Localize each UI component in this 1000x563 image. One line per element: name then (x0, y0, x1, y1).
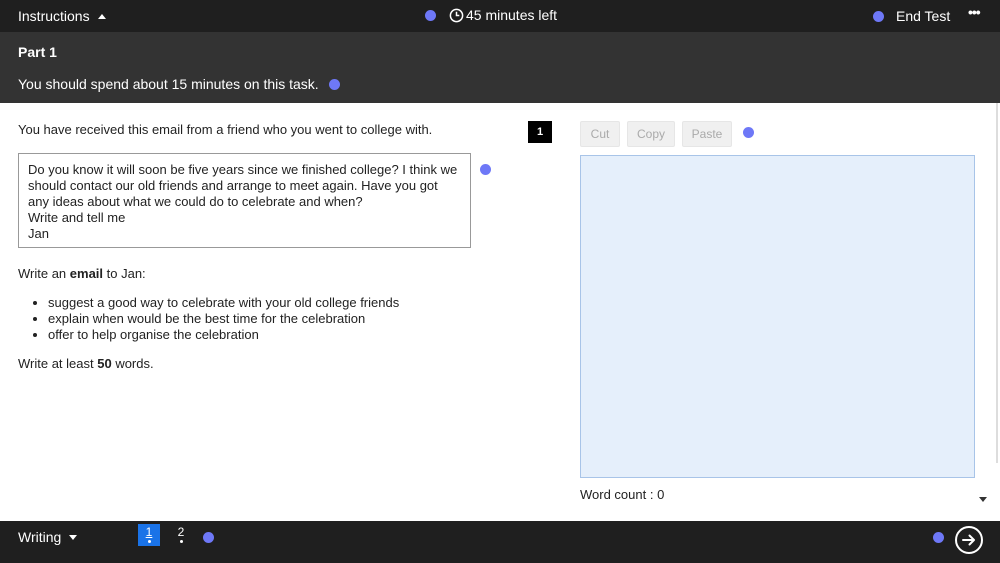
instruction-bold: email (69, 266, 104, 281)
task-bullets: suggest a good way to celebrate with you… (48, 295, 399, 343)
task-intro: You have received this email from a frie… (18, 122, 433, 137)
clock-icon (449, 8, 464, 22)
question-tab-1[interactable]: 1 (138, 524, 160, 546)
min-words: Write at least 50 words. (18, 356, 154, 371)
min-words-count: 50 (97, 356, 112, 371)
marker-dot-icon[interactable] (425, 9, 436, 21)
paste-button[interactable]: Paste (682, 121, 732, 147)
top-bar: Instructions 45 minutes left End Test ••… (0, 0, 1000, 32)
bullet-item: suggest a good way to celebrate with you… (48, 295, 399, 311)
bullet-item: explain when would be the best time for … (48, 311, 399, 327)
question-number: 1 (528, 121, 552, 143)
caret-down-icon (69, 534, 78, 540)
min-words-suffix: words. (111, 356, 154, 371)
more-options-icon[interactable]: ••• (968, 4, 981, 20)
marker-dot-icon[interactable] (203, 532, 214, 543)
marker-dot-icon[interactable] (480, 164, 491, 175)
copy-button[interactable]: Copy (627, 121, 675, 147)
instructions-label: Instructions (18, 8, 90, 24)
email-box: Do you know it will soon be five years s… (18, 153, 471, 248)
question-tab-label: 1 (145, 525, 153, 539)
question-tab-label: 2 (177, 525, 185, 539)
section-selector[interactable]: Writing (18, 529, 78, 545)
part-header: Part 1 You should spend about 15 minutes… (0, 32, 1000, 103)
part-title: Part 1 (18, 44, 57, 60)
time-hint-text: You should spend about 15 minutes on thi… (18, 76, 319, 92)
question-tab-2[interactable]: 2 (170, 524, 192, 546)
instruction-prefix: Write an (18, 266, 70, 281)
word-count: Word count : 0 (580, 487, 665, 502)
marker-dot-icon[interactable] (873, 10, 884, 22)
end-test: End Test (873, 8, 950, 24)
marker-dot-icon[interactable] (328, 78, 340, 90)
timer: 45 minutes left (425, 7, 557, 23)
end-test-button[interactable]: End Test (896, 8, 950, 24)
task-instruction: Write an email to Jan: (18, 266, 146, 281)
subquestion-dot-icon (179, 540, 183, 543)
next-button[interactable] (955, 526, 983, 554)
bullet-item: offer to help organise the celebration (48, 327, 399, 343)
scrollbar[interactable] (996, 103, 998, 463)
answer-textarea[interactable] (580, 155, 975, 478)
instructions-toggle[interactable]: Instructions (18, 8, 106, 24)
min-words-prefix: Write at least (18, 356, 98, 371)
arrow-right-icon (962, 534, 975, 546)
scroll-down-icon[interactable] (979, 497, 987, 502)
marker-dot-icon[interactable] (933, 532, 944, 543)
subquestion-dot-icon (147, 540, 151, 543)
section-label: Writing (18, 529, 62, 545)
timer-text: 45 minutes left (466, 7, 558, 23)
marker-dot-icon[interactable] (743, 127, 754, 138)
cut-button[interactable]: Cut (580, 121, 620, 147)
caret-up-icon (97, 13, 106, 19)
instruction-suffix: to Jan: (103, 266, 146, 281)
bottom-bar: Writing 1 2 (0, 521, 1000, 563)
time-hint: You should spend about 15 minutes on thi… (18, 76, 340, 92)
